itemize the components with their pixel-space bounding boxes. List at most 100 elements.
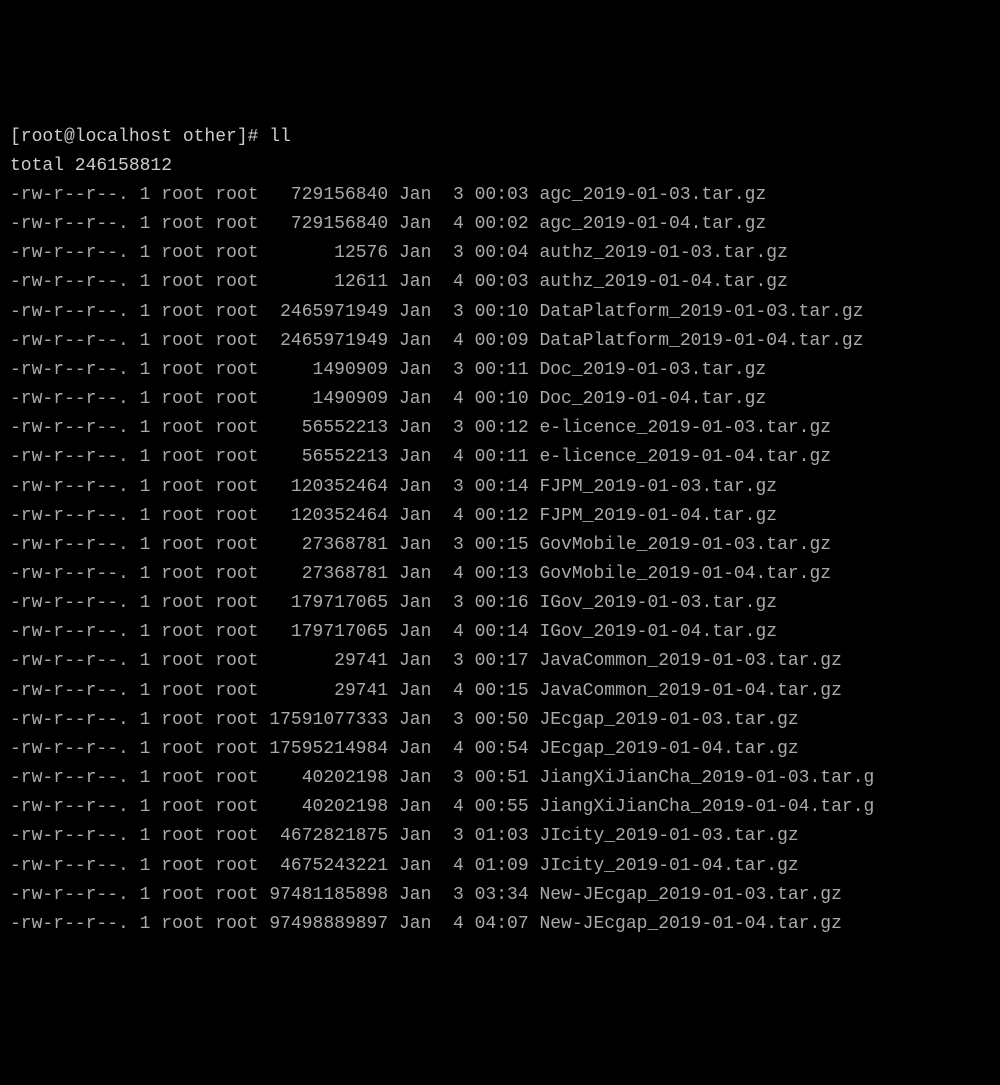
file-time: 00:10 bbox=[475, 302, 529, 322]
file-time: 00:09 bbox=[475, 331, 529, 351]
file-permissions: -rw-r--r--. bbox=[10, 418, 129, 438]
file-time: 00:13 bbox=[475, 564, 529, 584]
file-name: JavaCommon_2019-01-03.tar.gz bbox=[539, 651, 841, 671]
file-name: IGov_2019-01-04.tar.gz bbox=[539, 622, 777, 642]
file-size: 1490909 bbox=[269, 360, 388, 380]
file-row: -rw-r--r--. 1 root root 12576 Jan 3 00:0… bbox=[10, 239, 990, 268]
file-row: -rw-r--r--. 1 root root 179717065 Jan 3 … bbox=[10, 589, 990, 618]
file-day: 3 bbox=[442, 885, 464, 905]
file-row: -rw-r--r--. 1 root root 4675243221 Jan 4… bbox=[10, 852, 990, 881]
file-day: 3 bbox=[442, 243, 464, 263]
file-month: Jan bbox=[399, 506, 431, 526]
file-links: 1 bbox=[140, 914, 151, 934]
file-owner: root bbox=[161, 885, 204, 905]
file-row: -rw-r--r--. 1 root root 97498889897 Jan … bbox=[10, 910, 990, 939]
file-time: 03:34 bbox=[475, 885, 529, 905]
file-group: root bbox=[215, 710, 258, 730]
file-owner: root bbox=[161, 302, 204, 322]
file-day: 4 bbox=[442, 389, 464, 409]
file-group: root bbox=[215, 360, 258, 380]
file-month: Jan bbox=[399, 797, 431, 817]
file-day: 3 bbox=[442, 710, 464, 730]
file-permissions: -rw-r--r--. bbox=[10, 185, 129, 205]
file-row: -rw-r--r--. 1 root root 729156840 Jan 3 … bbox=[10, 181, 990, 210]
file-size: 179717065 bbox=[269, 622, 388, 642]
file-links: 1 bbox=[140, 506, 151, 526]
file-day: 4 bbox=[442, 914, 464, 934]
file-time: 00:15 bbox=[475, 535, 529, 555]
file-row: -rw-r--r--. 1 root root 27368781 Jan 3 0… bbox=[10, 531, 990, 560]
file-name: JIcity_2019-01-04.tar.gz bbox=[539, 856, 798, 876]
file-row: -rw-r--r--. 1 root root 29741 Jan 3 00:1… bbox=[10, 647, 990, 676]
file-day: 3 bbox=[442, 651, 464, 671]
file-owner: root bbox=[161, 506, 204, 526]
file-size: 29741 bbox=[269, 651, 388, 671]
file-links: 1 bbox=[140, 710, 151, 730]
file-month: Jan bbox=[399, 710, 431, 730]
file-time: 00:16 bbox=[475, 593, 529, 613]
file-month: Jan bbox=[399, 914, 431, 934]
file-permissions: -rw-r--r--. bbox=[10, 477, 129, 497]
file-links: 1 bbox=[140, 593, 151, 613]
file-owner: root bbox=[161, 389, 204, 409]
file-name: IGov_2019-01-03.tar.gz bbox=[539, 593, 777, 613]
file-size: 40202198 bbox=[269, 768, 388, 788]
file-name: JiangXiJianCha_2019-01-03.tar.g bbox=[539, 768, 874, 788]
file-size: 120352464 bbox=[269, 506, 388, 526]
file-permissions: -rw-r--r--. bbox=[10, 243, 129, 263]
file-day: 3 bbox=[442, 477, 464, 497]
terminal-output[interactable]: [root@localhost other]# ll total 2461588… bbox=[10, 123, 990, 939]
file-links: 1 bbox=[140, 535, 151, 555]
file-links: 1 bbox=[140, 360, 151, 380]
file-owner: root bbox=[161, 447, 204, 467]
file-links: 1 bbox=[140, 243, 151, 263]
file-links: 1 bbox=[140, 826, 151, 846]
file-group: root bbox=[215, 622, 258, 642]
file-owner: root bbox=[161, 797, 204, 817]
file-size: 56552213 bbox=[269, 447, 388, 467]
file-links: 1 bbox=[140, 622, 151, 642]
file-day: 3 bbox=[442, 418, 464, 438]
shell-prompt: [root@localhost other]# ll bbox=[10, 127, 291, 147]
file-month: Jan bbox=[399, 272, 431, 292]
file-links: 1 bbox=[140, 447, 151, 467]
file-group: root bbox=[215, 768, 258, 788]
file-size: 12611 bbox=[269, 272, 388, 292]
file-permissions: -rw-r--r--. bbox=[10, 302, 129, 322]
file-size: 2465971949 bbox=[269, 302, 388, 322]
file-permissions: -rw-r--r--. bbox=[10, 681, 129, 701]
file-size: 17595214984 bbox=[269, 739, 388, 759]
file-listing: -rw-r--r--. 1 root root 729156840 Jan 3 … bbox=[10, 181, 990, 939]
file-time: 00:55 bbox=[475, 797, 529, 817]
file-time: 00:03 bbox=[475, 185, 529, 205]
file-name: FJPM_2019-01-04.tar.gz bbox=[539, 506, 777, 526]
file-name: Doc_2019-01-04.tar.gz bbox=[539, 389, 766, 409]
file-group: root bbox=[215, 856, 258, 876]
file-name: FJPM_2019-01-03.tar.gz bbox=[539, 477, 777, 497]
file-time: 00:10 bbox=[475, 389, 529, 409]
file-size: 40202198 bbox=[269, 797, 388, 817]
file-group: root bbox=[215, 185, 258, 205]
file-month: Jan bbox=[399, 389, 431, 409]
file-size: 56552213 bbox=[269, 418, 388, 438]
file-month: Jan bbox=[399, 681, 431, 701]
file-permissions: -rw-r--r--. bbox=[10, 389, 129, 409]
file-month: Jan bbox=[399, 885, 431, 905]
file-owner: root bbox=[161, 739, 204, 759]
file-size: 29741 bbox=[269, 681, 388, 701]
file-links: 1 bbox=[140, 389, 151, 409]
file-group: root bbox=[215, 826, 258, 846]
file-group: root bbox=[215, 418, 258, 438]
file-time: 00:54 bbox=[475, 739, 529, 759]
file-time: 00:11 bbox=[475, 447, 529, 467]
file-month: Jan bbox=[399, 214, 431, 234]
file-row: -rw-r--r--. 1 root root 179717065 Jan 4 … bbox=[10, 618, 990, 647]
file-size: 12576 bbox=[269, 243, 388, 263]
file-time: 00:03 bbox=[475, 272, 529, 292]
file-owner: root bbox=[161, 214, 204, 234]
file-size: 2465971949 bbox=[269, 331, 388, 351]
file-name: e-licence_2019-01-04.tar.gz bbox=[539, 447, 831, 467]
file-day: 3 bbox=[442, 185, 464, 205]
file-day: 3 bbox=[442, 826, 464, 846]
file-owner: root bbox=[161, 681, 204, 701]
